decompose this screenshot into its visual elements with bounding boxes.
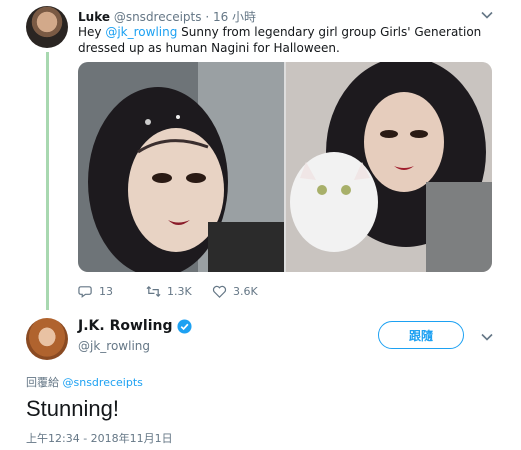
like-count: 3.6K: [233, 285, 258, 298]
parent-tweet[interactable]: Luke @snsdreceipts · 16 小時 Hey @jk_rowli…: [0, 0, 521, 310]
retweet-action[interactable]: 1.3K: [146, 284, 192, 299]
tweet-header: Luke @snsdreceipts · 16 小時: [78, 8, 256, 25]
author-name[interactable]: J.K. Rowling: [78, 318, 173, 334]
avatar[interactable]: [26, 6, 68, 48]
verified-badge-icon: [176, 318, 192, 334]
like-action[interactable]: 3.6K: [212, 284, 258, 299]
reply-count: 13: [99, 285, 113, 298]
replying-to: 回覆給 @snsdreceipts: [26, 374, 143, 390]
tweet-time[interactable]: · 16 小時: [205, 10, 256, 24]
thread-connector-line: [46, 52, 49, 310]
replying-to-link[interactable]: @snsdreceipts: [63, 376, 143, 389]
photo-left[interactable]: [78, 62, 284, 272]
retweet-count: 1.3K: [167, 285, 192, 298]
author-name[interactable]: Luke: [78, 10, 110, 24]
follow-button[interactable]: 跟隨: [378, 321, 464, 349]
tweet-text: Stunning!: [26, 396, 119, 421]
photo-right[interactable]: [286, 62, 492, 272]
replying-to-prefix: 回覆給: [26, 376, 63, 389]
heart-icon[interactable]: [212, 284, 227, 299]
chevron-down-icon[interactable]: [480, 330, 494, 344]
tweet-text-start: Hey: [78, 25, 106, 39]
retweet-icon[interactable]: [146, 284, 161, 299]
media-grid[interactable]: [78, 62, 492, 272]
chevron-down-icon[interactable]: [480, 8, 494, 22]
tweet-timestamp[interactable]: 上午12:34 - 2018年11月1日: [26, 430, 173, 446]
tweet-text: Hey @jk_rowling Sunny from legendary gir…: [78, 24, 498, 56]
author-handle[interactable]: @snsdreceipts: [114, 10, 202, 24]
mention-link[interactable]: @jk_rowling: [105, 25, 177, 39]
author-name-row[interactable]: J.K. Rowling: [78, 318, 192, 334]
focused-reply-tweet[interactable]: J.K. Rowling @jk_rowling 跟隨 回覆給 @snsdrec…: [0, 310, 521, 450]
reply-action[interactable]: 13: [78, 284, 113, 299]
reply-icon[interactable]: [78, 284, 93, 299]
avatar[interactable]: [26, 318, 68, 360]
author-handle[interactable]: @jk_rowling: [78, 339, 150, 353]
